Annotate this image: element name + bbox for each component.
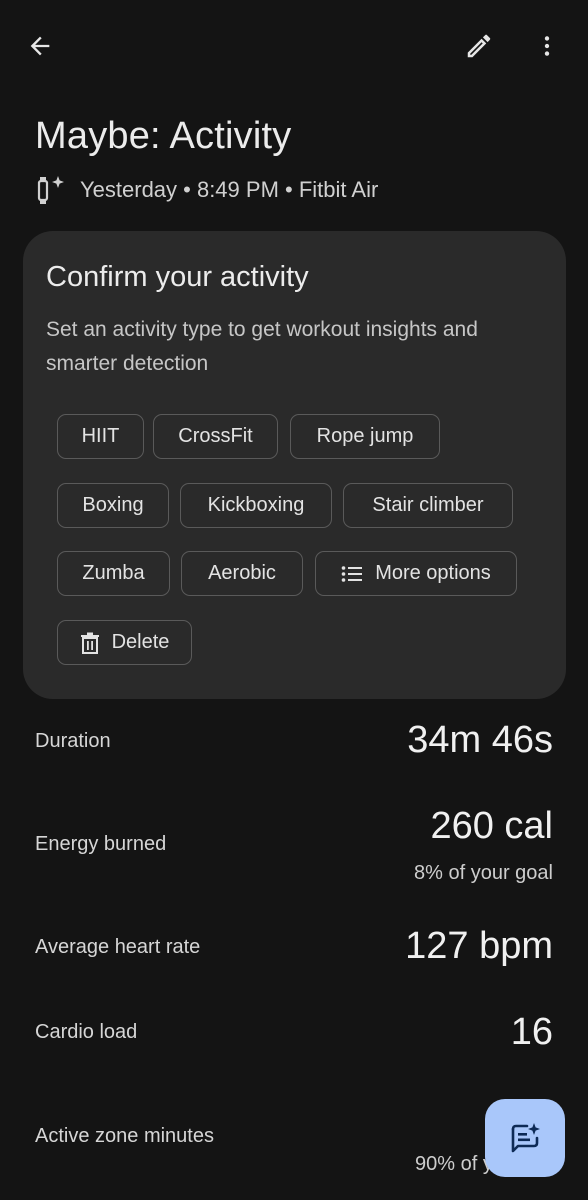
- energy-value: 260 cal: [430, 805, 553, 847]
- chip-label: Aerobic: [208, 562, 276, 584]
- confirm-activity-card: Confirm your activity Set an activity ty…: [23, 231, 566, 699]
- trash-icon: [80, 632, 100, 654]
- energy-label: Energy burned: [35, 833, 167, 855]
- cardio-load-value: 16: [510, 1011, 553, 1053]
- page-title: Maybe: Activity: [35, 115, 292, 157]
- tracker-sparkle-icon: [35, 173, 69, 207]
- chip-label: Delete: [111, 631, 170, 653]
- chip-stair-climber[interactable]: Stair climber: [343, 483, 513, 528]
- chip-label: Boxing: [82, 494, 144, 516]
- list-icon: [341, 565, 363, 583]
- heart-rate-value: 127 bpm: [405, 925, 553, 967]
- chip-label: More options: [375, 562, 491, 584]
- top-app-bar: [0, 0, 588, 92]
- chip-boxing[interactable]: Boxing: [57, 483, 169, 528]
- energy-goal-percent: 8% of your goal: [414, 862, 553, 884]
- pencil-icon: [467, 34, 491, 58]
- back-arrow-icon: [30, 36, 50, 56]
- chip-aerobic[interactable]: Aerobic: [181, 551, 303, 596]
- chip-kickboxing[interactable]: Kickboxing: [180, 483, 332, 528]
- chip-label: Stair climber: [372, 494, 484, 516]
- chip-more-options[interactable]: More options: [315, 551, 517, 596]
- chip-hiit[interactable]: HIIT: [57, 414, 144, 459]
- activity-meta-text: Yesterday • 8:49 PM • Fitbit Air: [80, 177, 379, 202]
- azm-label: Active zone minutes: [35, 1125, 214, 1147]
- chip-label: Kickboxing: [207, 494, 305, 516]
- chip-crossfit[interactable]: CrossFit: [153, 414, 278, 459]
- more-options-button[interactable]: [523, 22, 571, 70]
- delete-button[interactable]: Delete: [57, 620, 192, 665]
- cardio-load-label: Cardio load: [35, 1021, 138, 1043]
- chip-label: Rope jump: [316, 425, 414, 447]
- card-description: Set an activity type to get workout insi…: [46, 318, 478, 375]
- chip-label: CrossFit: [178, 425, 253, 447]
- card-title: Confirm your activity: [46, 261, 309, 293]
- activity-meta: Yesterday • 8:49 PM • Fitbit Air: [35, 172, 378, 208]
- heart-rate-label: Average heart rate: [35, 936, 201, 958]
- ask-coach-fab[interactable]: [485, 1099, 565, 1177]
- duration-label: Duration: [35, 730, 111, 752]
- duration-value: 34m 46s: [407, 719, 553, 761]
- back-button[interactable]: [16, 22, 64, 70]
- chip-label: HIIT: [81, 425, 120, 447]
- chip-label: Zumba: [82, 562, 145, 584]
- chip-zumba[interactable]: Zumba: [57, 551, 170, 596]
- chat-sparkle-icon: [511, 1123, 540, 1153]
- edit-button[interactable]: [455, 22, 503, 70]
- vertical-dots-icon: [544, 36, 550, 56]
- chip-rope-jump[interactable]: Rope jump: [290, 414, 440, 459]
